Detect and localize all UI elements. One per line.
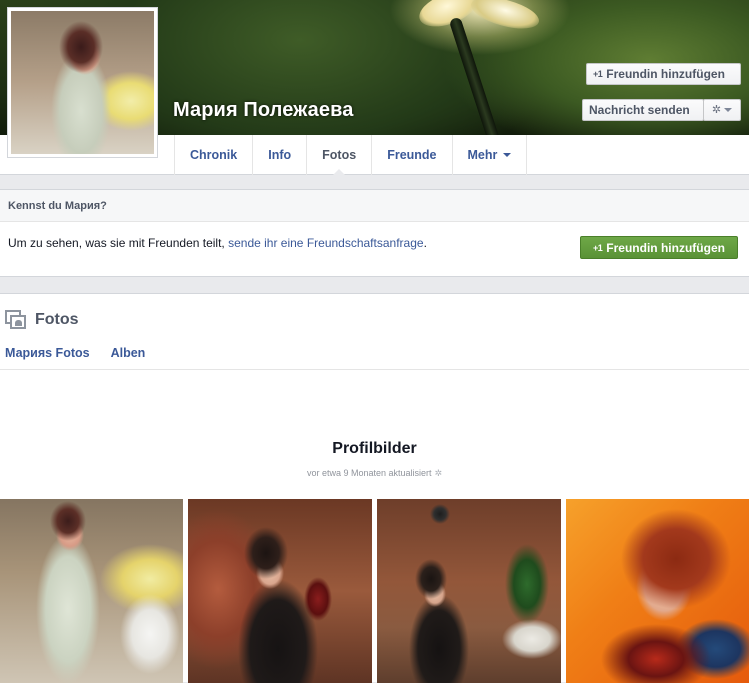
- divider: [0, 369, 749, 370]
- tab-label: Fotos: [322, 148, 357, 162]
- settings-dropdown-button[interactable]: ✲: [703, 99, 741, 121]
- know-prompt-header: Kennst du Мария?: [0, 189, 749, 222]
- tab-label: Info: [268, 148, 292, 162]
- photo-thumbnail[interactable]: [566, 499, 749, 683]
- add-friend-icon: +1: [593, 69, 603, 79]
- profile-picture[interactable]: [7, 7, 158, 158]
- photo-thumbnail[interactable]: [377, 499, 561, 683]
- tab-freunde[interactable]: Freunde: [372, 135, 453, 175]
- add-friend-green-button[interactable]: +1 Freundin hinzufügen: [580, 236, 738, 259]
- profile-tabs: Chronik Info Fotos Freunde Mehr: [174, 135, 528, 176]
- chevron-down-icon: [724, 108, 733, 112]
- photo-grid: [0, 499, 749, 683]
- cover-flower-petal: [467, 0, 543, 35]
- tab-mehr[interactable]: Mehr: [453, 135, 528, 175]
- add-friend-label: Freundin hinzufügen: [606, 67, 725, 81]
- add-friend-icon: +1: [593, 242, 603, 253]
- album-updated-text: vor etwa 9 Monaten aktualisiert: [306, 468, 432, 478]
- tab-label: Mehr: [467, 148, 498, 162]
- photos-nav-own-photos[interactable]: Марияs Fotos: [5, 346, 90, 360]
- photos-section: Fotos Марияs Fotos Alben Profilbilder vo…: [0, 293, 749, 683]
- privacy-gear-icon: ✲: [434, 468, 443, 478]
- photo-thumbnail[interactable]: [0, 499, 183, 683]
- photos-header: Fotos: [5, 310, 79, 330]
- avatar: [11, 11, 154, 154]
- tab-label: Chronik: [190, 148, 238, 162]
- send-message-button[interactable]: Nachricht senden: [582, 99, 704, 121]
- add-friend-button[interactable]: +1 Freundin hinzufügen: [586, 63, 741, 85]
- know-prompt-text: Um zu sehen, was sie mit Freunden teilt,: [8, 236, 229, 250]
- chevron-down-icon: [503, 153, 512, 157]
- tab-info[interactable]: Info: [253, 135, 308, 175]
- send-message-label: Nachricht senden: [589, 103, 690, 117]
- cover-flower-stem: [448, 16, 504, 135]
- photos-title: Fotos: [35, 311, 79, 328]
- tab-chronik[interactable]: Chronik: [175, 135, 254, 175]
- album-title[interactable]: Profilbilder: [0, 440, 749, 458]
- add-friend-green-label: Freundin hinzufügen: [606, 240, 725, 255]
- tab-label: Freunde: [387, 148, 437, 162]
- friend-request-link[interactable]: sende ihr eine Freundschaftsanfrage: [228, 236, 423, 250]
- album-subtitle: vor etwa 9 Monaten aktualisiert ✲: [0, 468, 749, 479]
- gear-icon: ✲: [711, 104, 722, 116]
- photos-nav: Марияs Fotos Alben: [5, 346, 145, 360]
- photos-icon: [5, 310, 27, 330]
- know-prompt-text-end: .: [423, 236, 427, 250]
- photos-nav-albums[interactable]: Alben: [111, 346, 146, 360]
- profile-name[interactable]: Мария Полежаева: [173, 99, 353, 122]
- photo-thumbnail[interactable]: [188, 499, 372, 683]
- tab-fotos[interactable]: Fotos: [307, 135, 373, 176]
